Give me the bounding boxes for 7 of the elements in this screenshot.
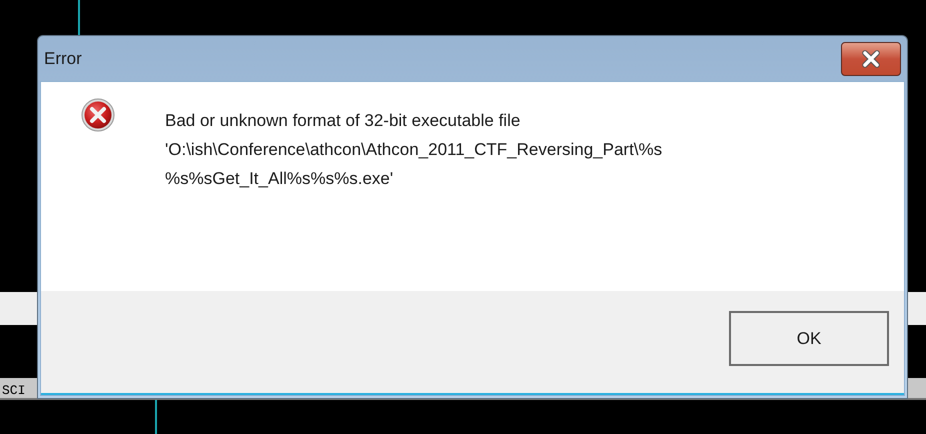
ok-button[interactable]: OK (729, 311, 889, 366)
close-icon (860, 50, 882, 68)
error-message: Bad or unknown format of 32-bit executable file 'O:\ish\Conference\athcon\Athcon_2011_CTF_Reversing_Part\%s %s%sGet_It_All%s%s%s.exe' (165, 110, 662, 190)
status-text: SCI (2, 383, 26, 398)
window-title: Error (44, 48, 82, 70)
error-icon (81, 98, 115, 132)
close-button[interactable] (841, 42, 901, 76)
